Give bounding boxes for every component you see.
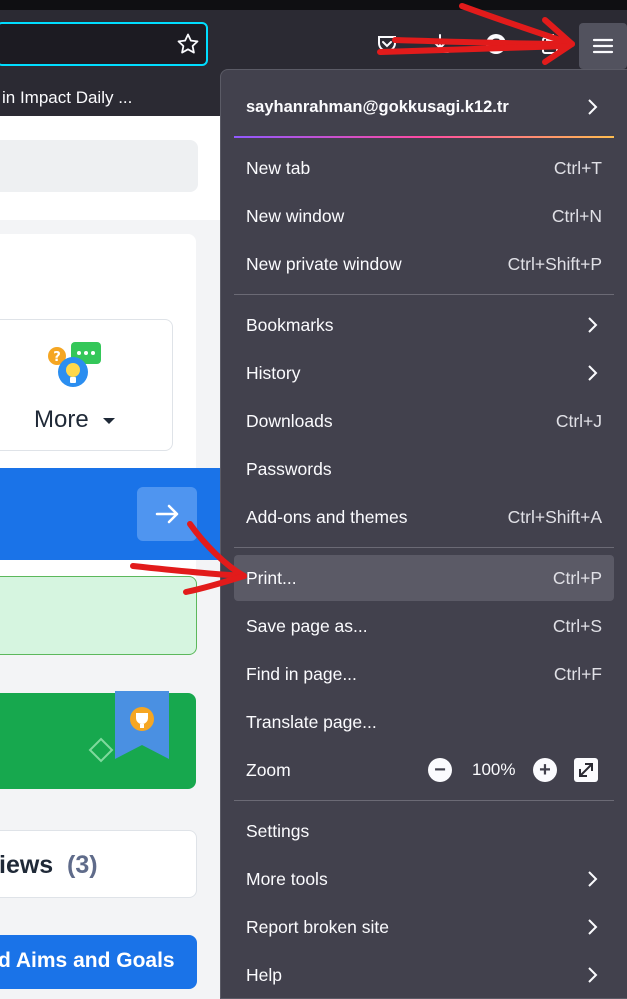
fullscreen-icon[interactable] xyxy=(574,758,598,782)
zoom-level[interactable]: 100% xyxy=(472,747,515,793)
chevron-right-icon xyxy=(588,99,598,115)
ideas-chat-icon: ? xyxy=(48,342,101,387)
extension-s-icon[interactable]: S xyxy=(482,30,510,58)
menu-item-shortcut: Ctrl+J xyxy=(555,411,602,431)
zoom-out-button[interactable]: − xyxy=(428,758,452,782)
menu-item-label: Translate page... xyxy=(246,712,377,732)
aims-goals-button[interactable]: d Aims and Goals xyxy=(0,935,197,989)
arrow-right-icon xyxy=(155,504,179,524)
window-top-strip xyxy=(0,0,627,10)
menu-item-new-window[interactable]: New window Ctrl+N xyxy=(234,193,614,239)
page-search-box[interactable] xyxy=(0,140,198,192)
menu-item-shortcut: Ctrl+P xyxy=(552,568,602,588)
menu-item-label: History xyxy=(246,363,301,383)
menu-item-label: Find in page... xyxy=(246,664,357,684)
chevron-right-icon xyxy=(588,871,598,887)
chevron-right-icon xyxy=(588,365,598,381)
reviews-card[interactable]: iews (3) xyxy=(0,830,197,898)
menu-item-addons-themes[interactable]: Add-ons and themes Ctrl+Shift+A xyxy=(234,494,614,540)
menu-item-label: Settings xyxy=(246,821,310,841)
menu-item-new-private-window[interactable]: New private window Ctrl+Shift+P xyxy=(234,241,614,287)
trophy-ribbon-icon xyxy=(115,691,169,759)
menu-item-label: New private window xyxy=(246,254,402,274)
web-page: ? More iews (3) d Aims and Goals xyxy=(0,116,220,999)
menu-item-shortcut: Ctrl+F xyxy=(553,664,602,684)
menu-item-label: Save page as... xyxy=(246,616,368,636)
blue-banner[interactable] xyxy=(0,468,220,560)
svg-text:S: S xyxy=(491,37,501,53)
menu-item-shortcut: Ctrl+N xyxy=(551,206,602,226)
menu-item-label: New window xyxy=(246,206,345,226)
menu-item-label: More tools xyxy=(246,869,328,889)
menu-account[interactable]: sayhanrahman@gokkusagi.k12.tr xyxy=(234,84,614,130)
menu-separator xyxy=(234,800,614,801)
menu-item-label: Help xyxy=(246,965,282,985)
menu-item-label: Downloads xyxy=(246,411,333,431)
menu-item-label: Zoom xyxy=(246,760,291,780)
bookmark-star-icon[interactable] xyxy=(174,30,202,58)
hamburger-icon xyxy=(592,38,614,54)
diamond-icon xyxy=(88,737,114,763)
account-divider xyxy=(234,136,614,138)
menu-item-label: New tab xyxy=(246,158,311,178)
bookmark-item[interactable]: in Impact Daily ... xyxy=(0,88,132,107)
menu-item-help[interactable]: Help xyxy=(234,952,614,998)
menu-item-bookmarks[interactable]: Bookmarks xyxy=(234,302,614,348)
menu-item-report-broken-site[interactable]: Report broken site xyxy=(234,904,614,950)
menu-item-find-in-page[interactable]: Find in page... Ctrl+F xyxy=(234,651,614,697)
menu-item-label: Print... xyxy=(246,568,297,588)
more-tile[interactable]: ? More xyxy=(0,319,173,451)
achievement-banner xyxy=(0,691,196,789)
extensions-puzzle-icon[interactable] xyxy=(536,30,564,58)
menu-separator xyxy=(234,547,614,548)
views-count: (3) xyxy=(67,851,98,879)
menu-item-downloads[interactable]: Downloads Ctrl+J xyxy=(234,398,614,444)
menu-item-passwords[interactable]: Passwords xyxy=(234,446,614,492)
menu-item-label: Report broken site xyxy=(246,917,389,937)
svg-text:?: ? xyxy=(53,350,61,365)
menu-item-more-tools[interactable]: More tools xyxy=(234,856,614,902)
menu-item-zoom: Zoom − 100% + xyxy=(234,747,614,793)
caret-down-icon xyxy=(103,418,115,424)
menu-item-save-page[interactable]: Save page as... Ctrl+S xyxy=(234,603,614,649)
pocket-icon[interactable] xyxy=(373,30,401,58)
menu-item-settings[interactable]: Settings xyxy=(234,808,614,854)
account-email: sayhanrahman@gokkusagi.k12.tr xyxy=(246,98,509,116)
menu-item-print[interactable]: Print... Ctrl+P xyxy=(234,555,614,601)
menu-item-shortcut: Ctrl+T xyxy=(553,158,602,178)
views-label: iews xyxy=(0,851,54,879)
menu-item-label: Passwords xyxy=(246,459,332,479)
menu-item-new-tab[interactable]: New tab Ctrl+T xyxy=(234,145,614,191)
menu-item-translate-page[interactable]: Translate page... xyxy=(234,699,614,745)
zoom-in-button[interactable]: + xyxy=(533,758,557,782)
forward-arrow-button[interactable] xyxy=(137,487,197,541)
success-panel xyxy=(0,576,197,655)
aims-goals-label: d Aims and Goals xyxy=(0,949,175,972)
menu-item-shortcut: Ctrl+S xyxy=(552,616,602,636)
menu-item-label: Bookmarks xyxy=(246,315,334,335)
chevron-right-icon xyxy=(588,967,598,983)
app-menu-button[interactable] xyxy=(579,23,627,69)
menu-item-shortcut: Ctrl+Shift+A xyxy=(507,507,602,527)
app-menu-panel: sayhanrahman@gokkusagi.k12.tr New tab Ct… xyxy=(220,69,627,999)
menu-separator xyxy=(234,294,614,295)
more-label: More xyxy=(34,406,89,433)
chevron-right-icon xyxy=(588,919,598,935)
menu-item-history[interactable]: History xyxy=(234,350,614,396)
chevron-right-icon xyxy=(588,317,598,333)
menu-item-shortcut: Ctrl+Shift+P xyxy=(507,254,602,274)
menu-item-label: Add-ons and themes xyxy=(246,507,408,527)
downloads-icon[interactable] xyxy=(426,30,454,58)
